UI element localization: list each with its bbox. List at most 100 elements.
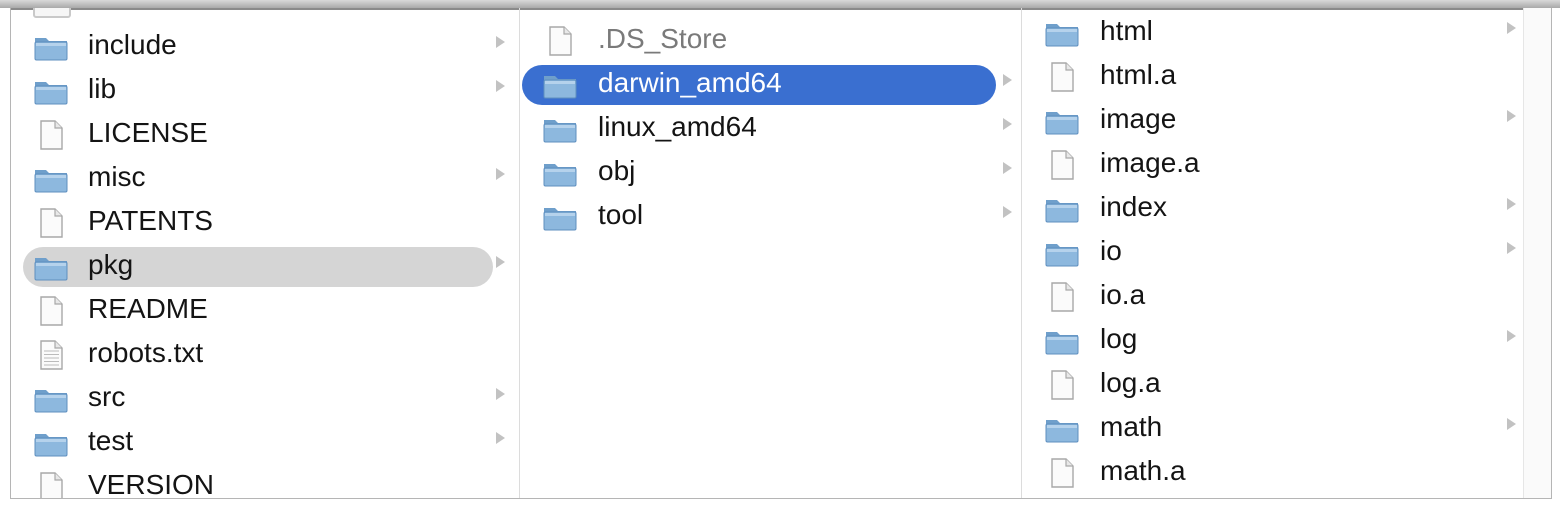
folder-icon — [542, 114, 578, 144]
column-4-empty[interactable] — [1523, 8, 1551, 498]
item-label: include — [88, 29, 177, 60]
file-icon — [33, 340, 69, 370]
folder-item[interactable]: test — [11, 420, 519, 464]
item-label: log.a — [1100, 367, 1161, 398]
folder-item[interactable]: math — [1022, 408, 1523, 452]
disclosure-arrow-icon — [1003, 162, 1012, 174]
item-label: math — [1100, 411, 1163, 442]
column-1[interactable]: include lib LICENSE misc PATENTS pkg README rob… — [11, 8, 520, 498]
item-label: tool — [598, 199, 644, 230]
disclosure-arrow-icon — [496, 388, 505, 400]
folder-item[interactable]: misc — [11, 156, 519, 200]
folder-item[interactable]: pkg — [11, 244, 519, 288]
disclosure-arrow-icon — [496, 36, 505, 48]
folder-icon — [33, 32, 69, 62]
folder-item[interactable]: html — [1022, 12, 1523, 56]
finder-column-browser: include lib LICENSE misc PATENTS pkg README rob… — [10, 8, 1552, 499]
file-icon — [33, 296, 69, 326]
file-item[interactable]: math.a — [1022, 452, 1523, 496]
file-item[interactable]: html.a — [1022, 56, 1523, 100]
folder-item[interactable]: include — [11, 24, 519, 68]
item-label: test — [88, 425, 134, 456]
column-2[interactable]: .DS_Store darwin_amd64 linux_amd64obj tool — [520, 8, 1022, 498]
file-icon — [1044, 370, 1080, 400]
folder-icon — [1044, 106, 1080, 136]
file-item[interactable]: robots.txt — [11, 332, 519, 376]
item-label: src — [88, 381, 126, 412]
item-label: obj — [598, 155, 636, 186]
file-icon — [1044, 150, 1080, 180]
folder-icon — [542, 202, 578, 232]
item-label: misc — [88, 161, 146, 192]
item-label: linux_amd64 — [598, 111, 757, 142]
file-item[interactable]: README — [11, 288, 519, 332]
item-label: math.a — [1100, 455, 1186, 486]
folder-item[interactable]: index — [1022, 188, 1523, 232]
folder-item[interactable]: image — [1022, 100, 1523, 144]
item-label: html — [1100, 15, 1153, 46]
column-3[interactable]: html html.a image image.a index io io.a log log.… — [1022, 8, 1524, 498]
item-label: lib — [88, 73, 117, 104]
disclosure-arrow-icon — [496, 168, 505, 180]
disclosure-arrow-icon — [496, 432, 505, 444]
folder-item[interactable]: darwin_amd64 — [520, 62, 1021, 106]
disclosure-arrow-icon — [1003, 74, 1012, 86]
file-icon — [33, 472, 69, 498]
item-label: robots.txt — [88, 337, 204, 368]
folder-icon — [1044, 414, 1080, 444]
file-item[interactable]: LICENSE — [11, 112, 519, 156]
file-icon — [1044, 62, 1080, 92]
file-icon — [33, 120, 69, 150]
disclosure-arrow-icon — [1507, 198, 1516, 210]
window-top-bar — [0, 0, 1560, 8]
folder-icon — [33, 384, 69, 414]
item-label: log — [1100, 323, 1138, 354]
file-icon — [33, 208, 69, 238]
file-icon — [1044, 458, 1080, 488]
disclosure-arrow-icon — [1003, 118, 1012, 130]
file-item[interactable]: image.a — [1022, 144, 1523, 188]
item-label: pkg — [88, 249, 134, 280]
folder-icon — [1044, 194, 1080, 224]
item-label: VERSION — [88, 469, 215, 499]
file-icon — [1044, 282, 1080, 312]
folder-icon — [542, 70, 578, 100]
item-label: LICENSE — [88, 117, 208, 148]
folder-icon — [33, 252, 69, 282]
file-item[interactable]: log.a — [1022, 364, 1523, 408]
disclosure-arrow-icon — [1507, 110, 1516, 122]
item-label: html.a — [1100, 59, 1177, 90]
item-label: image — [1100, 103, 1177, 134]
folder-icon — [33, 428, 69, 458]
folder-icon — [542, 158, 578, 188]
folder-icon — [1044, 326, 1080, 356]
disclosure-arrow-icon — [496, 80, 505, 92]
item-label: .DS_Store — [598, 23, 728, 54]
folder-icon — [33, 164, 69, 194]
folder-icon — [33, 76, 69, 106]
folder-item[interactable]: log — [1022, 320, 1523, 364]
disclosure-arrow-icon — [1507, 418, 1516, 430]
file-item[interactable]: VERSION — [11, 464, 519, 498]
folder-item[interactable]: src — [11, 376, 519, 420]
item-label: index — [1100, 191, 1167, 222]
file-item[interactable]: .DS_Store — [520, 18, 1021, 62]
disclosure-arrow-icon — [1507, 242, 1516, 254]
folder-icon — [1044, 18, 1080, 48]
file-item[interactable]: io.a — [1022, 276, 1523, 320]
disclosure-arrow-icon — [496, 256, 505, 268]
partially-visible-item-icon — [33, 8, 71, 18]
item-label: io — [1100, 235, 1122, 266]
folder-item[interactable]: obj — [520, 150, 1021, 194]
folder-item[interactable]: linux_amd64 — [520, 106, 1021, 150]
folder-icon — [1044, 238, 1080, 268]
disclosure-arrow-icon — [1003, 206, 1012, 218]
item-label: darwin_amd64 — [598, 67, 782, 98]
folder-item[interactable]: lib — [11, 68, 519, 112]
file-icon — [542, 26, 578, 56]
file-item[interactable]: PATENTS — [11, 200, 519, 244]
folder-item[interactable]: tool — [520, 194, 1021, 238]
item-label: PATENTS — [88, 205, 213, 236]
folder-item[interactable]: io — [1022, 232, 1523, 276]
item-label: image.a — [1100, 147, 1200, 178]
